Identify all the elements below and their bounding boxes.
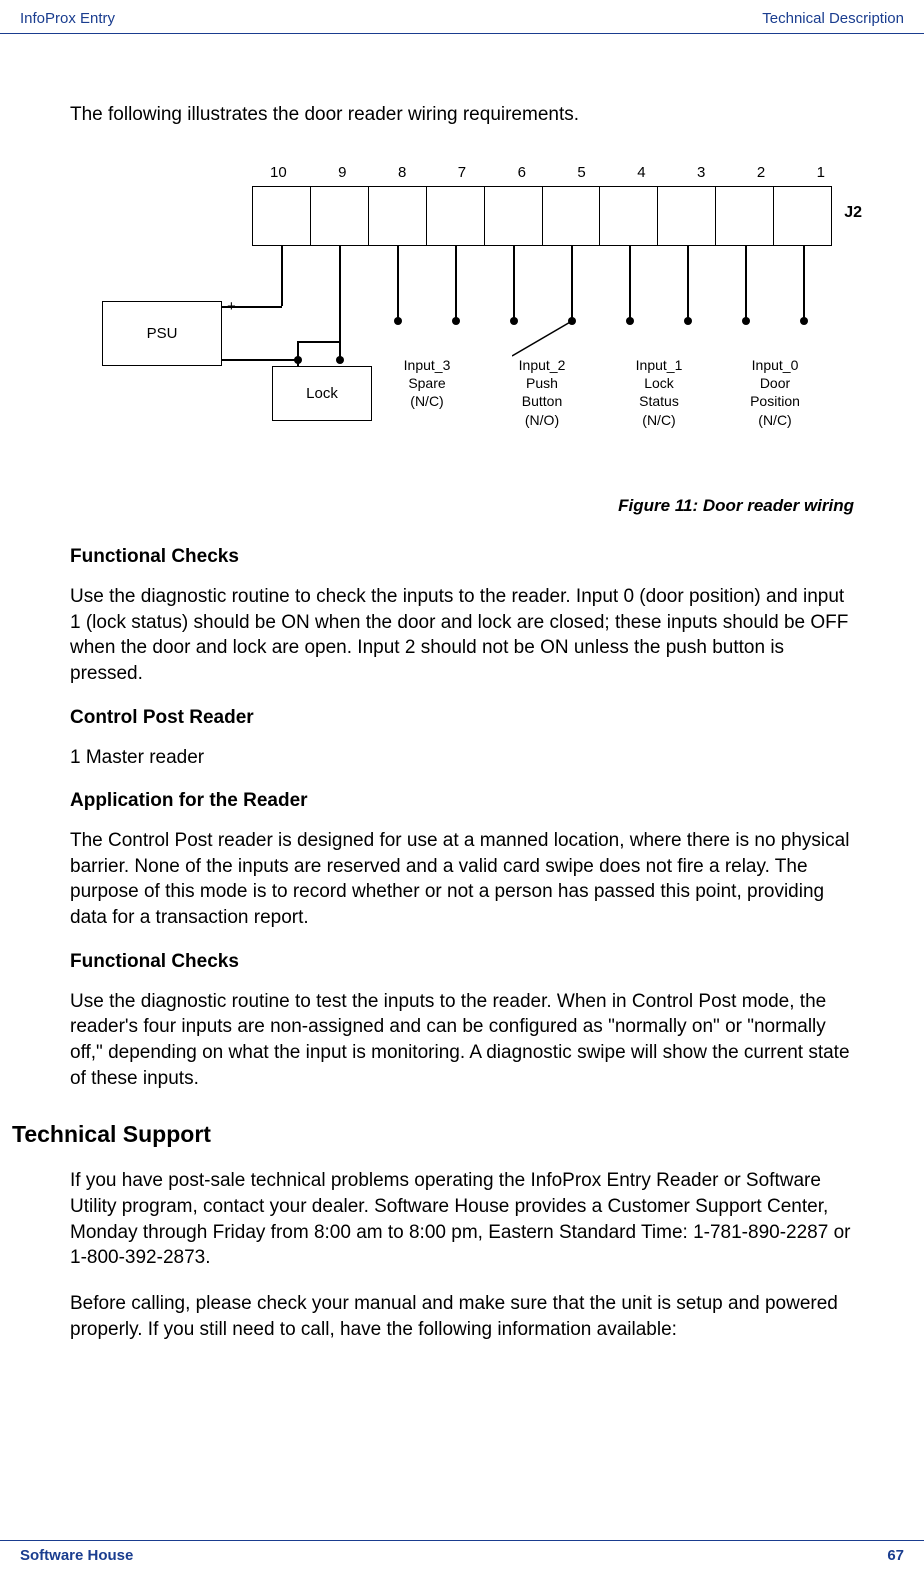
header-left: InfoProx Entry: [20, 10, 115, 27]
input-line: Status: [639, 393, 679, 409]
terminal-cell: [716, 187, 774, 245]
wire: [803, 246, 805, 321]
wire: [397, 246, 399, 321]
wire: [629, 246, 631, 321]
header-right: Technical Description: [762, 10, 904, 27]
input-line: Push: [526, 375, 558, 391]
technical-support-body-1: If you have post-sale technical problems…: [70, 1168, 854, 1271]
input-line: Input_1: [636, 357, 683, 373]
footer-left: Software House: [20, 1547, 133, 1564]
input-line: Input_0: [752, 357, 799, 373]
connection-dot: [626, 317, 634, 325]
connection-dot: [394, 317, 402, 325]
wire: [745, 246, 747, 321]
terminal-number: 8: [398, 164, 406, 181]
input-line: (N/O): [525, 412, 559, 428]
terminal-cell: [369, 187, 427, 245]
wire: [281, 246, 283, 306]
page-header: InfoProx Entry Technical Description: [0, 0, 924, 34]
page-footer: Software House 67: [0, 1540, 924, 1564]
input-line: (N/C): [410, 393, 443, 409]
connection-dot: [452, 317, 460, 325]
wire: [513, 246, 515, 321]
wire: [222, 359, 297, 361]
wire: [222, 306, 282, 308]
terminal-cell: [543, 187, 601, 245]
control-post-reader-heading: Control Post Reader: [70, 707, 854, 729]
input-line: Input_2: [519, 357, 566, 373]
terminal-number: 2: [757, 164, 765, 181]
lock-label: Lock: [306, 385, 338, 402]
input1-label: Input_1 Lock Status (N/C): [624, 356, 694, 429]
technical-support-heading: Technical Support: [12, 1121, 854, 1148]
terminal-number: 6: [518, 164, 526, 181]
lock-box: Lock: [272, 366, 372, 421]
functional-checks-1-body: Use the diagnostic routine to check the …: [70, 584, 854, 687]
psu-box: PSU: [102, 301, 222, 366]
terminal-cell: [427, 187, 485, 245]
application-heading: Application for the Reader: [70, 790, 854, 812]
wire: [455, 246, 457, 321]
application-body: The Control Post reader is designed for …: [70, 828, 854, 931]
functional-checks-2-body: Use the diagnostic routine to test the i…: [70, 989, 854, 1092]
control-post-reader-body: 1 Master reader: [70, 745, 854, 771]
input0-label: Input_0 Door Position (N/C): [740, 356, 810, 429]
connection-dot: [684, 317, 692, 325]
input-line: (N/C): [758, 412, 791, 428]
terminal-number: 1: [817, 164, 825, 181]
terminal-cell: [774, 187, 831, 245]
technical-support-body-2: Before calling, please check your manual…: [70, 1291, 854, 1342]
terminal-cell: [311, 187, 369, 245]
terminal-cell: [658, 187, 716, 245]
connection-dot: [800, 317, 808, 325]
input-line: Door: [760, 375, 790, 391]
input-line: Input_3: [404, 357, 451, 373]
wire: [571, 246, 573, 321]
page-content: The following illustrates the door reade…: [0, 34, 924, 1342]
wiring-diagram: 10 9 8 7 6 5 4 3 2 1 J2 PSU +: [72, 156, 852, 476]
terminal-numbers: 10 9 8 7 6 5 4 3 2 1: [270, 164, 825, 181]
intro-text: The following illustrates the door reade…: [70, 104, 854, 126]
connection-dot: [742, 317, 750, 325]
functional-checks-1-heading: Functional Checks: [70, 546, 854, 568]
terminal-number: 5: [577, 164, 585, 181]
functional-checks-2-heading: Functional Checks: [70, 951, 854, 973]
footer-right: 67: [887, 1547, 904, 1564]
wire: [687, 246, 689, 321]
input-line: Button: [522, 393, 562, 409]
terminal-number: 3: [697, 164, 705, 181]
j2-label: J2: [844, 204, 862, 222]
terminal-number: 10: [270, 164, 287, 181]
input-line: Spare: [408, 375, 445, 391]
terminal-number: 9: [338, 164, 346, 181]
input2-label: Input_2 Push Button (N/O): [507, 356, 577, 429]
terminal-cell: [485, 187, 543, 245]
diagonal-wire: [512, 321, 582, 361]
connection-dot: [294, 356, 302, 364]
terminal-block: [252, 186, 832, 246]
wire: [297, 341, 341, 343]
terminal-cell: [600, 187, 658, 245]
input-line: (N/C): [642, 412, 675, 428]
terminal-number: 7: [458, 164, 466, 181]
figure-caption: Figure 11: Door reader wiring: [70, 496, 854, 516]
input-line: Position: [750, 393, 800, 409]
terminal-number: 4: [637, 164, 645, 181]
connection-dot: [336, 356, 344, 364]
wire: [339, 246, 341, 361]
input3-label: Input_3 Spare (N/C): [392, 356, 462, 411]
terminal-cell: [253, 187, 311, 245]
input-line: Lock: [644, 375, 674, 391]
psu-label: PSU: [147, 325, 178, 342]
